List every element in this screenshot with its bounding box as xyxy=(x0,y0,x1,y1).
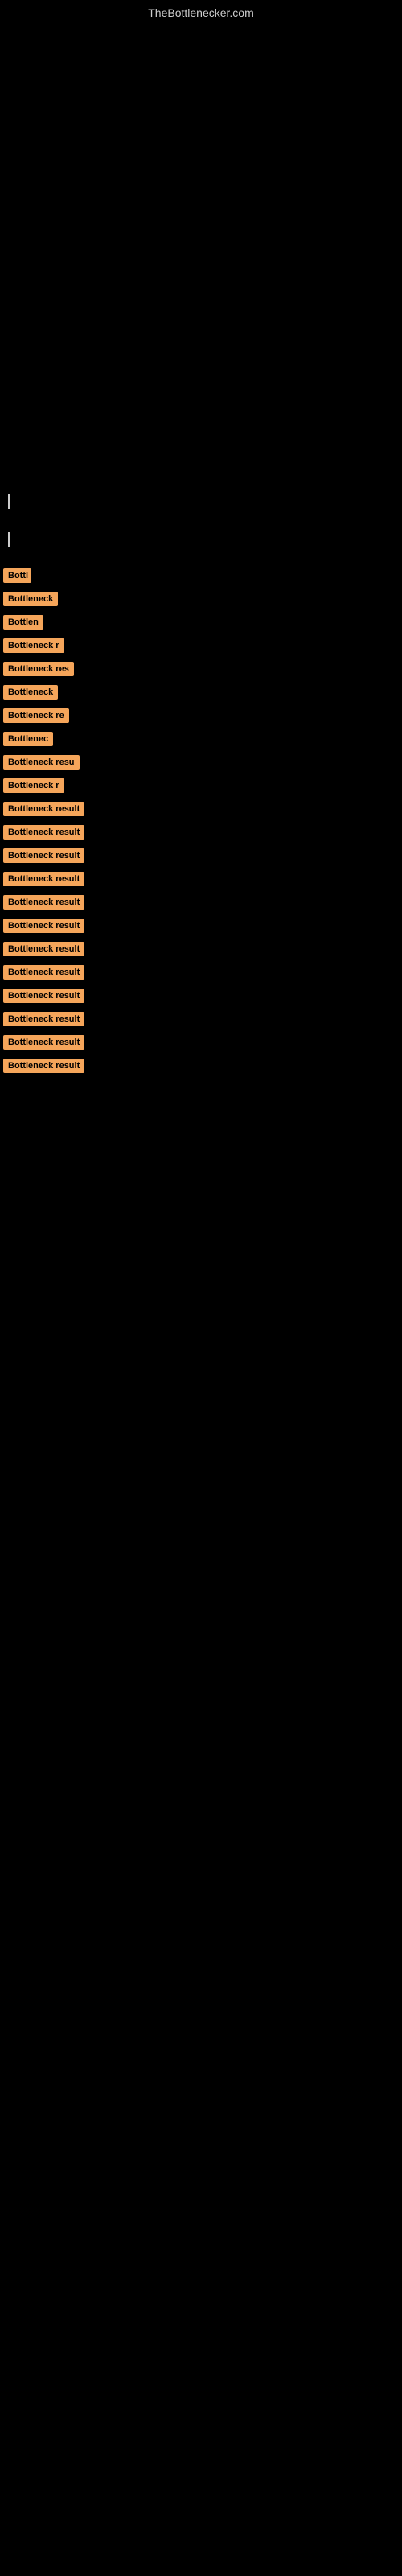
list-item: Bottleneck result xyxy=(0,1035,402,1054)
list-item: Bottlen xyxy=(0,615,402,634)
site-title-container: TheBottlenecker.com xyxy=(0,0,402,23)
bottleneck-result-badge[interactable]: Bottlenec xyxy=(3,732,53,746)
list-item: Bottl xyxy=(0,568,402,587)
list-item: Bottleneck result xyxy=(0,942,402,960)
bottleneck-result-badge[interactable]: Bottleneck result xyxy=(3,895,84,910)
list-item: Bottleneck result xyxy=(0,825,402,844)
list-item: Bottleneck re xyxy=(0,708,402,727)
bottleneck-result-badge[interactable]: Bottlen xyxy=(3,615,43,630)
cursor-section-1 xyxy=(0,489,402,518)
bottleneck-result-badge[interactable]: Bottleneck result xyxy=(3,802,84,816)
list-item: Bottleneck result xyxy=(0,895,402,914)
bottleneck-result-badge[interactable]: Bottleneck resu xyxy=(3,755,80,770)
bottleneck-result-badge[interactable]: Bottleneck result xyxy=(3,1059,84,1073)
bottleneck-result-badge[interactable]: Bottleneck re xyxy=(3,708,69,723)
results-container: Bottl Bottleneck Bottlen Bottleneck r Bottle… xyxy=(0,555,402,1090)
cursor-line-2 xyxy=(8,532,10,547)
cursor-line-1 xyxy=(8,494,10,509)
bottleneck-result-badge[interactable]: Bottleneck result xyxy=(3,1035,84,1050)
bottleneck-result-badge[interactable]: Bottleneck result xyxy=(3,848,84,863)
list-item: Bottleneck r xyxy=(0,638,402,657)
bottleneck-result-badge[interactable]: Bottleneck r xyxy=(3,638,64,653)
bottleneck-result-badge[interactable]: Bottleneck result xyxy=(3,942,84,956)
bottleneck-result-badge[interactable]: Bottl xyxy=(3,568,31,583)
bottleneck-result-badge[interactable]: Bottleneck result xyxy=(3,1012,84,1026)
bottleneck-result-badge[interactable]: Bottleneck result xyxy=(3,872,84,886)
list-item: Bottlenec xyxy=(0,732,402,750)
list-item: Bottleneck result xyxy=(0,989,402,1007)
site-title: TheBottlenecker.com xyxy=(0,0,402,23)
list-item: Bottleneck result xyxy=(0,919,402,937)
list-item: Bottleneck result xyxy=(0,1059,402,1077)
list-item: Bottleneck result xyxy=(0,965,402,984)
bottleneck-result-badge[interactable]: Bottleneck result xyxy=(3,965,84,980)
list-item: Bottleneck result xyxy=(0,802,402,820)
bottleneck-result-badge[interactable]: Bottleneck result xyxy=(3,989,84,1003)
chart-area xyxy=(0,23,402,489)
list-item: Bottleneck r xyxy=(0,778,402,797)
bottleneck-result-badge[interactable]: Bottleneck xyxy=(3,685,58,700)
bottleneck-result-badge[interactable]: Bottleneck xyxy=(3,592,58,606)
list-item: Bottleneck result xyxy=(0,872,402,890)
list-item: Bottleneck res xyxy=(0,662,402,680)
bottleneck-result-badge[interactable]: Bottleneck result xyxy=(3,825,84,840)
cursor-section-2 xyxy=(0,527,402,555)
list-item: Bottleneck xyxy=(0,685,402,704)
list-item: Bottleneck result xyxy=(0,1012,402,1030)
list-item: Bottleneck resu xyxy=(0,755,402,774)
bottleneck-result-badge[interactable]: Bottleneck r xyxy=(3,778,64,793)
bottleneck-result-badge[interactable]: Bottleneck res xyxy=(3,662,74,676)
spacer-1 xyxy=(0,518,402,527)
list-item: Bottleneck result xyxy=(0,848,402,867)
list-item: Bottleneck xyxy=(0,592,402,610)
bottleneck-result-badge[interactable]: Bottleneck result xyxy=(3,919,84,933)
